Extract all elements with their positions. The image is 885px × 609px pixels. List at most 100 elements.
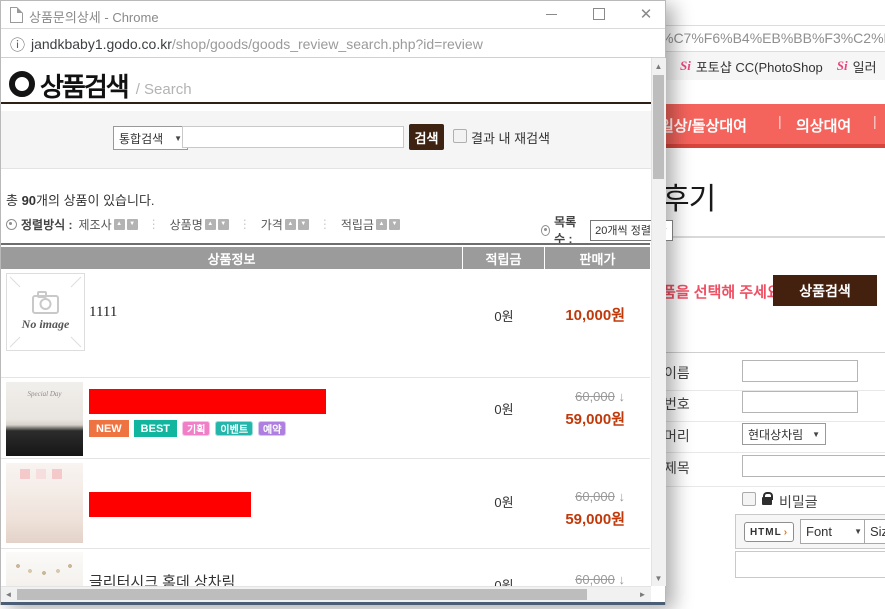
maximize-button[interactable] <box>584 1 614 27</box>
font-select[interactable]: Font ▼ <box>800 519 868 544</box>
form-label-title: 제목 <box>664 458 690 478</box>
bookmark-illustrator[interactable]: Si 일러 <box>837 57 877 76</box>
column-header-product-info: 상품정보 <box>1 247 462 269</box>
garland-decoration <box>14 469 74 479</box>
row-divider <box>1 548 650 549</box>
nav-item-costume-rental[interactable]: 의상대여 <box>796 115 851 136</box>
scroll-up-icon[interactable]: ▲ <box>652 59 665 73</box>
nav-separator: | <box>873 113 877 129</box>
maximize-icon <box>593 8 605 20</box>
sort-desc-icon[interactable]: ▼ <box>389 219 400 230</box>
scroll-left-icon[interactable]: ◄ <box>2 588 15 601</box>
product-name[interactable]: 1111 <box>89 304 117 321</box>
product-price: 59,000원 <box>525 508 625 529</box>
bookmark-favicon: Si <box>680 58 691 74</box>
bg-divider-top <box>666 25 885 26</box>
url-path: /shop/goods/goods_review_search.php?id=r… <box>172 36 483 52</box>
vertical-scrollbar[interactable]: ▲ ▼ <box>651 58 666 586</box>
garland-decoration <box>10 562 78 576</box>
svg-text:No image: No image <box>21 317 70 331</box>
censored-product-name <box>89 492 251 517</box>
lock-icon <box>762 497 772 505</box>
url-bar[interactable]: ⓘ jandkbaby1.godo.co.kr/shop/goods/goods… <box>1 29 665 58</box>
product-thumbnail-noimage[interactable]: No image <box>6 273 85 351</box>
sort-asc-icon[interactable]: ▲ <box>376 219 387 230</box>
prefix-select[interactable]: 현대상차림 ▼ <box>742 423 826 445</box>
bullet-ring-icon <box>9 71 35 97</box>
search-within-results-checkbox[interactable] <box>453 129 467 143</box>
search-within-results-label: 결과 내 재검색 <box>471 128 550 147</box>
search-button[interactable]: 검색 <box>409 124 444 150</box>
sort-desc-icon[interactable]: ▼ <box>298 219 309 230</box>
page-subtitle: / Search <box>136 81 192 98</box>
sort-asc-icon[interactable]: ▲ <box>114 219 125 230</box>
nav-separator: | <box>778 113 782 129</box>
sort-desc-icon[interactable]: ▼ <box>127 219 138 230</box>
nav-item-daily-rental[interactable]: 일상/돌상대여 <box>666 115 747 136</box>
form-label-password: 번호 <box>664 394 690 414</box>
bookmark-photoshop[interactable]: Si 포토샵 CC(PhotoShop <box>680 57 823 76</box>
list-bullet-icon <box>541 225 550 236</box>
html-mode-button[interactable]: HTML › <box>744 522 794 542</box>
bookmark-favicon: Si <box>837 58 848 74</box>
product-thumbnail[interactable] <box>6 463 83 543</box>
url-domain: jandkbaby1.godo.co.kr <box>31 36 172 52</box>
form-row-line <box>666 452 885 453</box>
product-price: 59,000원 <box>525 408 625 429</box>
close-button[interactable]: ✕ <box>631 1 661 27</box>
form-label-name: 이름 <box>664 363 690 383</box>
sort-by-price: 가격 ▲▼ <box>261 216 309 233</box>
badge-list: NEW BEST 기획 이벤트 예약 <box>89 420 291 437</box>
column-header-mileage: 적립금 <box>463 247 544 269</box>
badge-event: 이벤트 <box>215 421 253 436</box>
name-field[interactable] <box>742 360 858 382</box>
chevron-down-icon: ▼ <box>174 134 182 143</box>
product-old-price: 60,000 ↓ <box>525 489 625 504</box>
sort-controls: 정렬방식 : 제조사 ▲▼ ⋮ 상품명 ▲▼ ⋮ 가격 ▲▼ ⋮ 적립금 ▲▼ <box>6 215 406 233</box>
scroll-down-icon[interactable]: ▼ <box>652 571 665 585</box>
sort-bullet-icon <box>6 219 17 230</box>
badge-reserve: 예약 <box>258 421 286 436</box>
password-field[interactable] <box>742 391 858 413</box>
bg-product-search-button[interactable]: 상품검색 <box>773 275 877 306</box>
horizontal-scrollbar[interactable]: ◄ ► <box>1 586 651 602</box>
search-category-select[interactable]: 통합검색 ▼ <box>113 126 188 150</box>
product-thumbnail[interactable] <box>6 552 83 586</box>
result-count: 90 <box>22 193 36 208</box>
sort-desc-icon[interactable]: ▼ <box>218 219 229 230</box>
select-product-notice: 품을 선택해 주세요. <box>662 281 785 302</box>
product-thumbnail[interactable]: Special Day <box>6 382 83 456</box>
url-text: jandkbaby1.godo.co.kr/shop/goods/goods_r… <box>31 36 483 52</box>
size-select[interactable]: Size ▼ <box>864 519 885 544</box>
sort-by-maker: 제조사 ▲▼ <box>79 216 138 233</box>
censored-product-name <box>89 389 326 414</box>
editor-textarea[interactable] <box>735 551 885 578</box>
sort-by-name: 상품명 ▲▼ <box>170 216 229 233</box>
result-summary: 총 90개의 상품이 있습니다. <box>6 190 155 209</box>
search-panel: 통합검색 ▼ 검색 결과 내 재검색 <box>1 111 651 169</box>
window-titlebar[interactable]: 상품문의상세 - Chrome ✕ <box>1 1 665 29</box>
bg-url-fragment: %C7%F6%B4%EB%BB%F3%C2%F7%F <box>661 30 885 46</box>
scroll-right-icon[interactable]: ► <box>636 588 649 601</box>
minimize-icon <box>546 14 557 15</box>
secret-post-checkbox[interactable] <box>742 492 756 506</box>
badge-new: NEW <box>89 420 129 437</box>
chevron-down-icon: ▼ <box>854 527 862 536</box>
bg-section-divider <box>666 236 885 238</box>
sort-asc-icon[interactable]: ▲ <box>205 219 216 230</box>
horizontal-scroll-thumb[interactable] <box>17 589 587 600</box>
title-field[interactable] <box>742 455 885 477</box>
minimize-button[interactable] <box>536 1 566 27</box>
thumbnail-caption: Special Day <box>6 390 83 398</box>
popup-window: 상품문의상세 - Chrome ✕ ⓘ jandkbaby1.godo.co.k… <box>0 0 666 605</box>
bg-page-title: 후기 <box>662 174 715 218</box>
table-top-border <box>1 243 650 245</box>
sort-asc-icon[interactable]: ▲ <box>285 219 296 230</box>
search-input[interactable] <box>182 126 404 148</box>
badge-plan: 기획 <box>182 421 210 436</box>
vertical-scroll-thumb[interactable] <box>653 75 664 179</box>
product-old-price: 60,000 ↓ <box>525 389 625 404</box>
row-divider <box>1 377 650 378</box>
product-old-price: 60,000 ↓ <box>525 572 625 587</box>
page-header: 상품검색 / Search <box>9 64 192 100</box>
